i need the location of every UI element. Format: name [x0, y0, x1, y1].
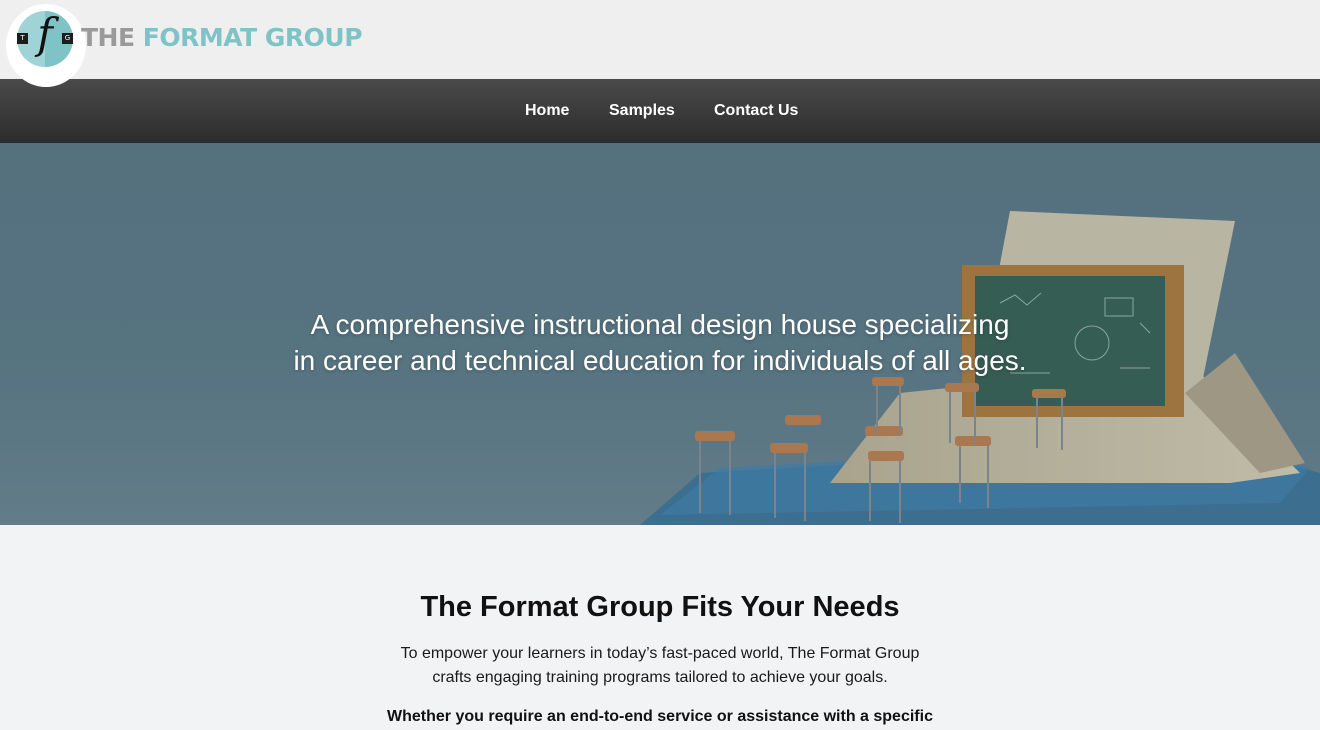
hero-banner: A comprehensive instructional design hou…	[0, 143, 1320, 525]
nav-home[interactable]: Home	[525, 101, 569, 121]
nav-samples[interactable]: Samples	[609, 101, 675, 121]
section-description: To empower your learners in today’s fast…	[390, 642, 930, 690]
main-nav: Home Samples Contact Us	[0, 79, 1320, 143]
section-description-line-2: crafts engaging training programs tailor…	[432, 669, 888, 686]
brand-word-format-group: FORMAT GROUP	[142, 23, 363, 52]
section-description-line-1: To empower your learners in today’s fast…	[400, 645, 920, 662]
hero-tagline-line-2: in career and technical education for in…	[293, 345, 1027, 376]
brand-name[interactable]: THE FORMAT GROUP	[81, 22, 363, 54]
section-title: The Format Group Fits Your Needs	[420, 591, 900, 623]
logo-tile-g: G	[62, 33, 73, 44]
brand-word-the: THE	[81, 23, 135, 52]
logo-tile-t: T	[17, 33, 28, 44]
hero-tagline: A comprehensive instructional design hou…	[260, 307, 1060, 379]
section-bold-statement: Whether you require an end-to-end servic…	[387, 708, 933, 725]
nav-contact-us[interactable]: Contact Us	[714, 101, 798, 121]
hero-tagline-line-1: A comprehensive instructional design hou…	[310, 309, 1010, 340]
